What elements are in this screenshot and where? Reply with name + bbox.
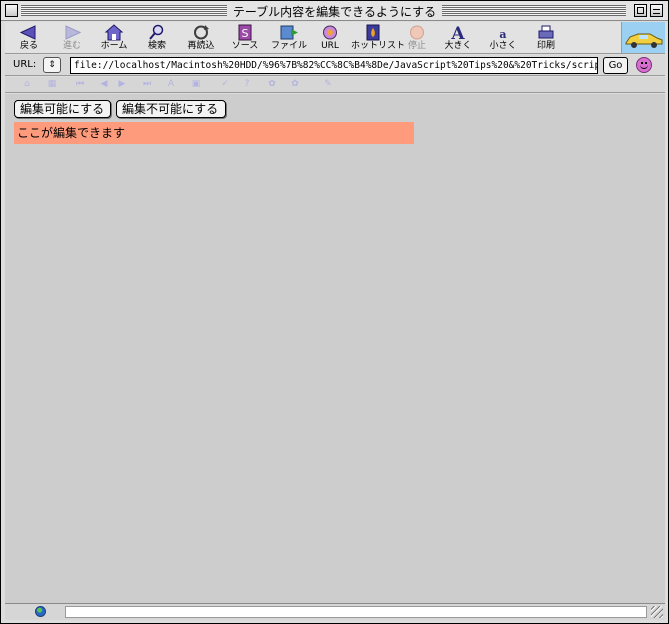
make-not-editable-button[interactable]: 編集不可能にする: [116, 100, 226, 118]
window-title: テーブル内容を編集できるようにする: [226, 5, 443, 19]
back-arrow-icon: [19, 24, 39, 41]
zoom-box-icon[interactable]: [634, 4, 647, 17]
up-down-arrows-icon: ⇕: [48, 60, 56, 70]
text-larger-icon: A: [448, 24, 468, 44]
file-icon: [279, 24, 299, 41]
faded-gear-icon: ✿: [268, 79, 276, 89]
stop-icon: [407, 24, 427, 41]
url-button[interactable]: URL: [308, 24, 352, 52]
make-editable-button[interactable]: 編集可能にする: [14, 100, 111, 118]
toolbar: 戻る 進む ホーム 検索 再読込 S ソース ファイル URL ホットリスト 停…: [5, 22, 665, 54]
stop-label: 停止: [407, 41, 426, 51]
hotlist-label: ホットリスト: [351, 41, 406, 51]
title-bar[interactable]: テーブル内容を編集できるようにする: [1, 1, 668, 21]
home-button[interactable]: ホーム: [92, 24, 136, 52]
text-larger-label: 大きく: [444, 41, 472, 51]
hotlist-button[interactable]: ホットリスト: [351, 24, 406, 52]
url-input[interactable]: file://localhost/Macintosh%20HDD/%96%7B%…: [70, 57, 598, 74]
resize-grip-icon[interactable]: [651, 606, 663, 618]
svg-text:S: S: [242, 27, 249, 40]
faded-prev-icon: ◀: [100, 79, 108, 89]
text-larger-button[interactable]: A 大きく: [436, 24, 480, 52]
text-smaller-icon: a: [493, 24, 513, 41]
faded-image-icon: ▣: [191, 79, 201, 89]
svg-text:A: A: [450, 24, 465, 41]
back-button[interactable]: 戻る: [7, 24, 51, 52]
go-button[interactable]: Go: [603, 57, 628, 74]
reload-button[interactable]: 再読込: [179, 24, 223, 52]
editable-text-area[interactable]: ここが編集できます: [14, 122, 414, 144]
faded-home-icon: ⌂: [24, 79, 30, 89]
search-button[interactable]: 検索: [135, 24, 179, 52]
text-smaller-label: 小さく: [489, 41, 517, 51]
secondary-icon-row: ⌂ ▦ ⏮ ◀ ▶ ⏭ A ▣ ✓ ? ✿ ✿ ✎: [5, 77, 665, 93]
text-smaller-button[interactable]: a 小さく: [481, 24, 525, 52]
reload-label: 再読込: [187, 41, 215, 51]
faded-last-icon: ⏭: [142, 79, 152, 89]
forward-label: 進む: [62, 41, 81, 51]
browser-logo[interactable]: [621, 22, 665, 53]
home-label: ホーム: [100, 41, 128, 51]
search-label: 検索: [147, 41, 166, 51]
svg-text:a: a: [499, 28, 506, 41]
file-button[interactable]: ファイル: [267, 24, 311, 52]
faded-first-icon: ⏮: [75, 79, 85, 89]
url-label: URL: [321, 41, 339, 51]
faded-text-icon: A: [167, 79, 175, 89]
faded-help-icon: ?: [244, 79, 250, 89]
back-label: 戻る: [19, 41, 38, 51]
print-icon: [536, 24, 556, 41]
smiley-face-icon[interactable]: [636, 57, 652, 73]
url-globe-icon: [320, 24, 340, 41]
page-content: 編集可能にする 編集不可能にする ここが編集できます: [5, 94, 665, 603]
source-label: ソース: [231, 41, 259, 51]
forward-button[interactable]: 進む: [50, 24, 94, 52]
url-bar: URL: ⇕ file://localhost/Macintosh%20HDD/…: [5, 55, 665, 76]
source-icon: S: [235, 24, 255, 41]
globe-icon: [35, 606, 46, 617]
faded-next-icon: ▶: [118, 79, 126, 89]
url-field-label: URL:: [13, 59, 37, 70]
home-icon: [104, 24, 124, 41]
search-icon: [147, 24, 167, 41]
reload-icon: [191, 24, 211, 41]
faded-flower-icon: ✿: [291, 79, 299, 89]
collapse-box-icon[interactable]: [650, 4, 663, 17]
faded-grid-icon: ▦: [47, 79, 57, 89]
forward-arrow-icon: [62, 24, 82, 41]
car-logo-icon: [625, 33, 663, 48]
status-message-field: [65, 606, 647, 618]
print-button[interactable]: 印刷: [524, 24, 568, 52]
browser-window: テーブル内容を編集できるようにする 戻る 進む ホーム 検索 再読込 S ソース: [0, 0, 669, 624]
hotlist-icon: [363, 24, 383, 41]
file-label: ファイル: [270, 41, 307, 51]
stop-button[interactable]: 停止: [395, 24, 439, 52]
print-label: 印刷: [536, 41, 555, 51]
source-button[interactable]: S ソース: [223, 24, 267, 52]
faded-pen-icon: ✎: [324, 79, 332, 89]
status-bar: [5, 603, 665, 620]
url-history-stepper[interactable]: ⇕: [43, 57, 61, 73]
faded-check-icon: ✓: [221, 79, 229, 89]
